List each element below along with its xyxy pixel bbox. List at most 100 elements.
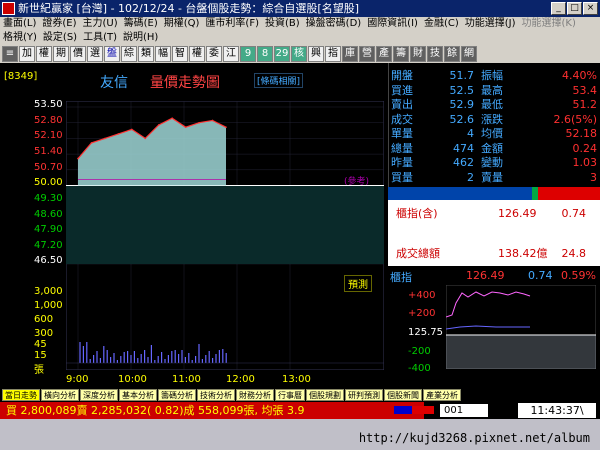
index-axis-tick: +200 <box>408 308 436 319</box>
toolbar-button[interactable]: 網 <box>461 46 477 62</box>
quote-label: 買量 <box>391 170 413 184</box>
quote-label: 昨量 <box>391 156 413 169</box>
quote-label: 開盤 <box>391 69 413 82</box>
toolbar-button[interactable]: 權 <box>36 46 52 62</box>
menu-item[interactable]: 投資(B) <box>262 17 303 31</box>
tab-11[interactable]: 產業分析 <box>423 389 461 401</box>
toolbar-button[interactable]: 核 <box>291 46 307 62</box>
toolbar-button[interactable]: 餘 <box>444 46 460 62</box>
quote-value: 51.7 <box>449 69 475 82</box>
toolbar-button[interactable]: 財 <box>410 46 426 62</box>
tab-9[interactable]: 研判預測 <box>345 389 383 401</box>
menu-item[interactable]: 主力(U) <box>80 17 121 31</box>
menu-bar: 畫面(L) 證券(E) 主力(U) 籌碼(E) 期權(Q) 匯市利率(F) 投資… <box>0 17 600 31</box>
quote-value: 462 <box>453 156 474 169</box>
menu-item[interactable]: 工具(T) <box>80 31 120 45</box>
quote-label: 買進 <box>391 83 413 97</box>
menu-item[interactable]: 籌碼(E) <box>121 17 161 31</box>
toolbar-button[interactable]: ≡ <box>2 46 18 62</box>
toolbar-button[interactable]: 興 <box>308 46 324 62</box>
menu-item[interactable]: 操盤密碼(D) <box>303 17 365 31</box>
quote-panel: 開盤 51.7 振幅 4.40% 買進 52.5 最高 53.4 賣出 52.9 最低 51.2 成交 5… <box>388 63 600 188</box>
toolbar-button[interactable]: 綜 <box>121 46 137 62</box>
tab-2[interactable]: 深度分析 <box>80 389 118 401</box>
toolbar-button[interactable]: 29 <box>274 46 290 62</box>
menu-item[interactable]: 設定(S) <box>40 31 80 45</box>
toolbar-button[interactable]: 指 <box>325 46 341 62</box>
tab-6[interactable]: 財務分析 <box>236 389 274 401</box>
menu-item[interactable]: 國際資訊(I) <box>364 17 421 31</box>
title-bar: 新世紀贏家 [台灣] - 102/12/24 - 台盤個股走勢：綜合自選股[名望… <box>0 0 600 17</box>
menu-item[interactable]: 期權(Q) <box>161 17 203 31</box>
chart-plot-area <box>66 101 384 370</box>
tab-3[interactable]: 基本分析 <box>119 389 157 401</box>
code-input[interactable]: 001 <box>440 404 488 417</box>
footer: http://kujd3268.pixnet.net/album <box>0 419 600 450</box>
quote-label: 單量 <box>391 127 413 140</box>
minimize-button[interactable]: _ <box>551 2 566 15</box>
status-bar: 買 2,800,089賣 2,285,032( 0.82)成 558,099張,… <box>0 402 600 419</box>
toolbar-button[interactable]: 類 <box>138 46 154 62</box>
price-point <box>211 119 214 122</box>
index-chart-value: 126.49 <box>466 269 505 282</box>
toolbar-button[interactable]: 營 <box>359 46 375 62</box>
toolbar-button[interactable]: 加 <box>19 46 35 62</box>
tab-10[interactable]: 個股新聞 <box>384 389 422 401</box>
related-button[interactable]: [條碼相關] <box>254 73 304 88</box>
tab-5[interactable]: 技術分析 <box>197 389 235 401</box>
menu-item[interactable]: 功能選擇(J) <box>462 17 519 31</box>
index-axis-tick: -200 <box>408 346 431 357</box>
quote-row: 昨量 462 變動 1.03 <box>389 156 600 169</box>
index-axis-tick: -400 <box>408 363 431 374</box>
window-title: 新世紀贏家 [台灣] - 102/12/24 - 台盤個股走勢：綜合自選股[名望… <box>18 2 359 15</box>
toolbar-button[interactable]: 期 <box>53 46 69 62</box>
index-chart: 櫃指 126.49 0.74 0.59% +400 +200 125.75 -2… <box>388 267 600 374</box>
menu-item[interactable]: 說明(H) <box>120 31 161 45</box>
toolbar-button[interactable]: 選 <box>87 46 103 62</box>
quote-value: 4.40% <box>562 69 597 82</box>
close-button[interactable]: × <box>583 2 598 15</box>
index-chart-label: 櫃指 <box>390 271 412 284</box>
tab-1[interactable]: 橫向分析 <box>41 389 79 401</box>
toolbar-button[interactable]: 盤 <box>104 46 120 62</box>
menu-item[interactable]: 功能選擇(K) <box>519 17 579 31</box>
menu-item[interactable]: 匯市利率(F) <box>202 17 262 31</box>
menu-item[interactable]: 畫面(L) <box>0 17 39 31</box>
menu-item[interactable]: 證券(E) <box>39 17 79 31</box>
tab-0[interactable]: 當日走勢 <box>2 389 40 401</box>
toolbar-button[interactable]: 籌 <box>393 46 409 62</box>
stock-code: [8349] <box>4 71 38 82</box>
price-point <box>171 117 173 120</box>
toolbar-button[interactable]: 江 <box>223 46 239 62</box>
menu-item[interactable]: 格視(Y) <box>0 31 40 45</box>
quote-value: 0.24 <box>572 141 598 155</box>
price-volume-chart: [8349] 友信 量價走勢圖 [條碼相關] 53.50 52.80 52.10… <box>0 63 388 385</box>
tab-4[interactable]: 籌碼分析 <box>158 389 196 401</box>
quote-row: 單量 4 均價 52.18 <box>389 127 600 140</box>
toolbar-button[interactable]: 庫 <box>342 46 358 62</box>
price-point <box>131 128 133 131</box>
quote-label: 成交 <box>391 112 413 126</box>
toolbar-button[interactable]: 智 <box>172 46 188 62</box>
bid-bar <box>388 187 532 200</box>
toolbar-button[interactable]: 技 <box>427 46 443 62</box>
quote-value: 2.6(5%) <box>553 112 597 126</box>
quote-label: 賣量 <box>481 170 503 184</box>
toolbar-button[interactable]: 委 <box>206 46 222 62</box>
stock-name: 友信 <box>100 75 128 91</box>
toolbar-button[interactable]: 產 <box>376 46 392 62</box>
menu-item[interactable]: 金融(C) <box>421 17 462 31</box>
tab-8[interactable]: 個股規劃 <box>306 389 344 401</box>
toolbar-button[interactable]: 價 <box>70 46 86 62</box>
toolbar-button[interactable]: 8 <box>257 46 273 62</box>
quote-label: 金額 <box>481 141 503 155</box>
toolbar-button[interactable]: 幅 <box>155 46 171 62</box>
toolbar-button[interactable]: 9 <box>240 46 256 62</box>
toolbar-button[interactable]: 權 <box>189 46 205 62</box>
turnover-value: 138.42億 <box>498 247 548 260</box>
forecast-button[interactable]: 預測 <box>344 275 372 292</box>
maximize-button[interactable]: □ <box>567 2 582 15</box>
tab-7[interactable]: 行事曆 <box>275 389 305 401</box>
time-tick: 10:00 <box>118 374 147 385</box>
quote-row: 賣出 52.9 最低 51.2 <box>389 98 600 111</box>
